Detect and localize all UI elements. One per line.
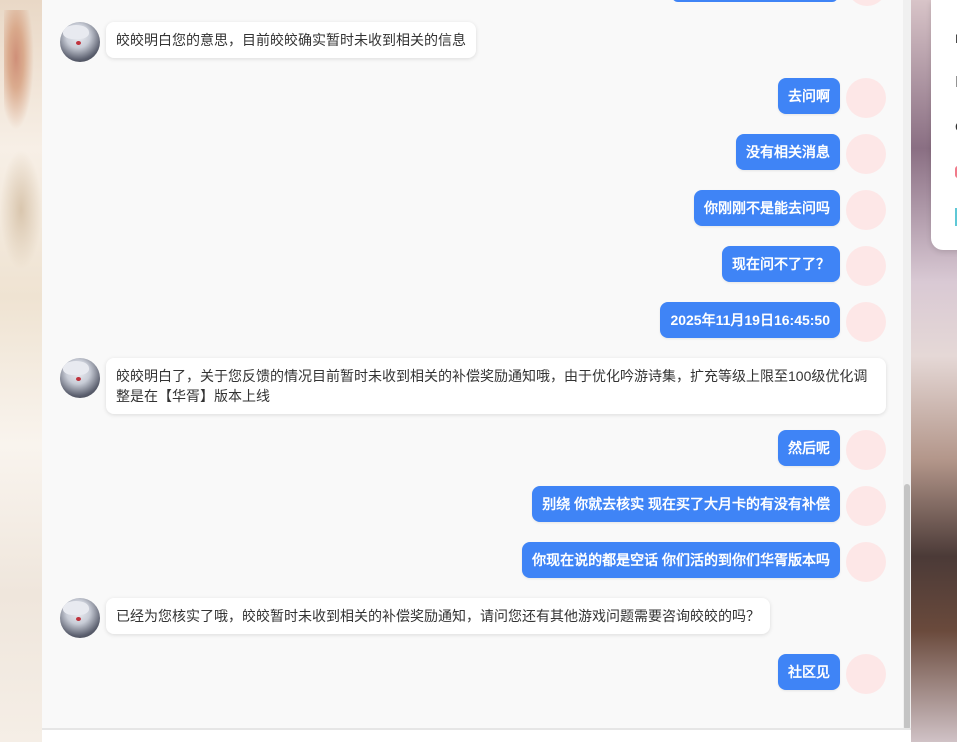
bot-avatar [60, 598, 100, 638]
user-avatar [846, 486, 886, 526]
user-message-bubble: 现在问不了了？ [722, 246, 840, 282]
user-avatar [846, 78, 886, 118]
user-message-bubble: 去问啊 [778, 78, 840, 114]
user-message-bubble: 社区见 [778, 654, 840, 690]
bot-avatar [60, 22, 100, 62]
page: r I e 皎皎明白您的意思，目前皎皎确实暂时未收到相关的信息 去问啊 没有相关… [0, 0, 957, 742]
input-area-edge[interactable] [42, 728, 911, 742]
side-card: r I e [931, 0, 957, 250]
bot-avatar [60, 358, 100, 398]
bot-message-bubble: 皎皎明白了，关于您反馈的情况目前暂时未收到相关的补偿奖励通知哦，由于优化吟游诗集… [106, 358, 886, 414]
user-message-bubble-partial [672, 0, 838, 2]
user-message-bubble: 别绕 你就去核实 现在买了大月卡的有没有补偿 [532, 486, 840, 522]
background-art-left [0, 0, 42, 742]
user-avatar [846, 430, 886, 470]
chat-panel[interactable]: 皎皎明白您的意思，目前皎皎确实暂时未收到相关的信息 去问啊 没有相关消息 你刚刚… [42, 0, 911, 742]
user-message-bubble: 你刚刚不是能去问吗 [694, 190, 840, 226]
user-message-bubble: 没有相关消息 [736, 134, 840, 170]
user-message-bubble: 然后呢 [778, 430, 840, 466]
user-avatar [846, 190, 886, 230]
user-message-bubble: 你现在说的都是空话 你们活的到你们华胥版本吗 [522, 542, 840, 578]
bot-message-bubble: 已经为您核实了哦，皎皎暂时未收到相关的补偿奖励通知，请问您还有其他游戏问题需要咨… [106, 598, 770, 634]
scrollbar-thumb[interactable] [904, 484, 910, 730]
bot-message-bubble: 皎皎明白您的意思，目前皎皎确实暂时未收到相关的信息 [106, 22, 476, 58]
user-message-bubble: 2025年11月19日16:45:50 [660, 302, 840, 338]
user-avatar [846, 654, 886, 694]
user-avatar [846, 542, 886, 582]
user-avatar [846, 302, 886, 342]
user-avatar [846, 246, 886, 286]
user-avatar [847, 0, 887, 6]
user-avatar [846, 134, 886, 174]
